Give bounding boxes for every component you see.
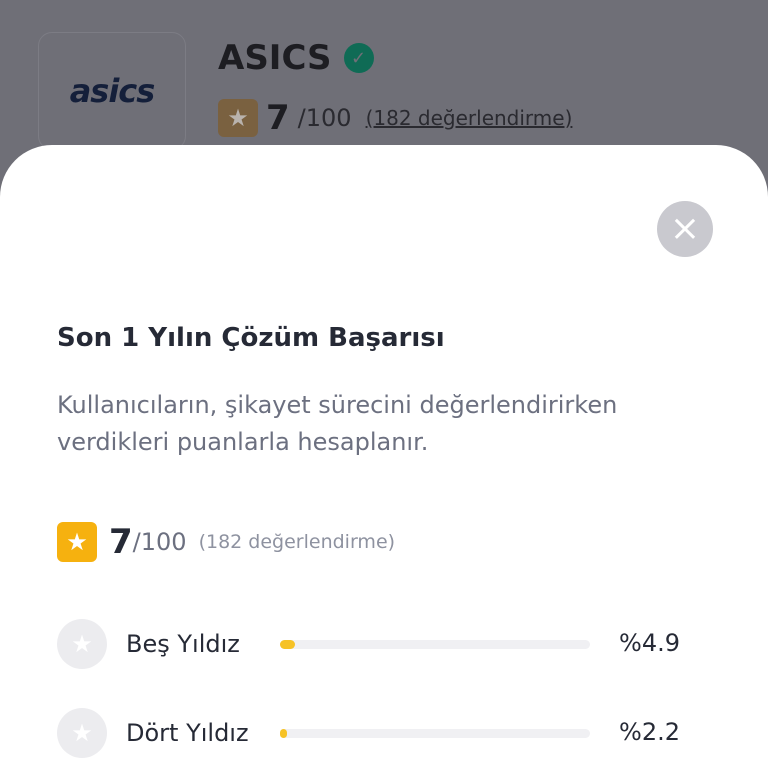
brand-name: ASICS — [218, 38, 332, 78]
modal-score: 7 — [109, 522, 133, 562]
modal-title: Son 1 Yılın Çözüm Başarısı — [57, 323, 445, 353]
modal-score-scale: /100 — [132, 528, 187, 556]
rating-label: Dört Yıldız — [126, 719, 249, 747]
close-icon: × — [669, 208, 701, 249]
star-icon: ★ — [57, 522, 97, 562]
brand-title: ASICS ✓ — [218, 38, 374, 78]
rating-percent: %2.2 — [619, 718, 680, 746]
modal-review-count: (182 değerlendirme) — [198, 531, 396, 553]
star-icon: ★ — [57, 708, 107, 758]
rating-bar-fill — [280, 729, 287, 738]
brand-score: 7 — [266, 98, 290, 138]
rating-bar-fill — [280, 640, 296, 649]
brand-logo-text: asics — [69, 72, 156, 110]
brand-score-scale: /100 — [297, 104, 352, 132]
rating-row-four-stars: ★ Dört Yıldız %2.2 — [57, 708, 687, 758]
modal-score-row: ★ 7 /100 (182 değerlendirme) — [57, 522, 395, 562]
brand-review-count-link[interactable]: (182 değerlendirme) — [366, 106, 573, 130]
close-button[interactable]: × — [657, 201, 713, 257]
brand-rating: ★ 7 /100 (182 değerlendirme) — [218, 98, 572, 138]
modal-description: Kullanıcıların, şikayet sürecini değerle… — [57, 391, 618, 456]
rating-label: Beş Yıldız — [126, 630, 240, 658]
rating-row-five-stars: ★ Beş Yıldız %4.9 — [57, 619, 687, 669]
brand-logo[interactable]: asics — [38, 32, 186, 150]
resolution-success-modal: × Son 1 Yılın Çözüm Başarısı Kullanıcıla… — [0, 145, 768, 768]
rating-percent: %4.9 — [619, 629, 680, 657]
star-icon: ★ — [218, 99, 258, 137]
rating-bar-track — [280, 640, 590, 649]
verified-icon: ✓ — [343, 43, 374, 73]
star-icon: ★ — [57, 619, 107, 669]
rating-bar-track — [280, 729, 590, 738]
